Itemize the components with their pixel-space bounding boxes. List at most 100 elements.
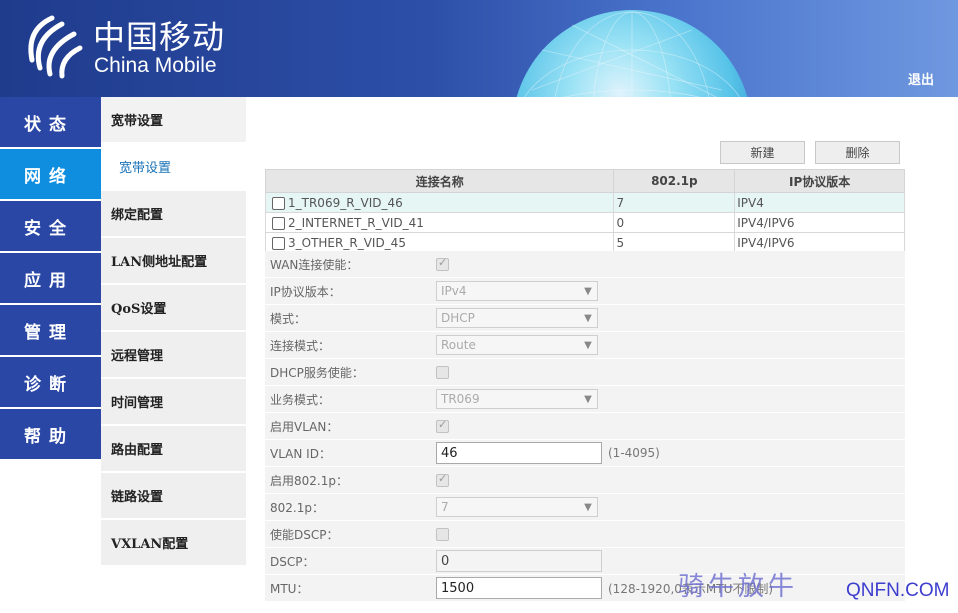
sub-nav-binding[interactable]: 绑定配置 [101, 191, 246, 236]
main-nav-network[interactable]: 网络 [0, 149, 101, 199]
col-header-ip-version: IP协议版本 [734, 169, 905, 193]
wan-config-form: WAN连接使能： IP协议版本： IPv4 ▼ 模式： DHCP ▼ 连接模式： R… [265, 251, 905, 602]
header-banner: 中国移动 China Mobile 退出 [0, 0, 958, 97]
cell-8021p: 7 [613, 192, 736, 213]
chevron-down-icon: ▼ [584, 312, 592, 324]
connection-table: 连接名称 802.1p IP协议版本 1_TR069_R_VID_46 7 IP… [264, 169, 905, 253]
ip-version-select[interactable]: IPv4 ▼ [436, 281, 598, 301]
vlan-enable-checkbox[interactable] [436, 418, 449, 433]
logout-link[interactable]: 退出 [908, 69, 934, 88]
cell-name: 1_TR069_R_VID_46 [264, 192, 615, 213]
main-nav-help[interactable]: 帮助 [0, 409, 101, 459]
sub-nav-vxlan[interactable]: VXLAN配置 [101, 520, 246, 565]
vlan-id-hint: (1-4095) [608, 446, 660, 460]
chevron-down-icon: ▼ [584, 339, 592, 351]
vlan-enable-label: 启用VLAN： [270, 419, 339, 434]
delete-button[interactable]: 删除 [815, 141, 900, 164]
cell-ip-version: IPV4/IPV6 [734, 212, 905, 233]
watermark-text-en: QNFN.COM [846, 580, 950, 601]
sub-nav-link[interactable]: 链路设置 [101, 473, 246, 518]
cell-ip-version: IPV4 [734, 192, 905, 213]
cell-name: 2_INTERNET_R_VID_41 [264, 212, 615, 233]
conn-mode-select[interactable]: Route ▼ [436, 335, 598, 355]
form-row-mode: 模式： DHCP ▼ [265, 305, 905, 332]
table-row[interactable]: 3_OTHER_R_VID_45 5 IPV4/IPV6 [264, 232, 905, 253]
row-checkbox[interactable] [272, 236, 285, 250]
p8021-enable-label: 启用802.1p： [270, 473, 348, 488]
wan-enable-label: WAN连接使能： [270, 257, 359, 272]
logo-text-en: China Mobile [94, 54, 217, 77]
col-header-8021p: 802.1p [613, 169, 736, 193]
table-header-row: 连接名称 802.1p IP协议版本 [264, 169, 905, 193]
main-nav: 状态 网络 安全 应用 管理 诊断 帮助 [0, 97, 101, 461]
form-row-8021p-enable: 启用802.1p： [265, 467, 905, 494]
form-row-8021p: 802.1p： 7 ▼ [265, 494, 905, 521]
connection-name[interactable]: 1_TR069_R_VID_46 [288, 196, 403, 210]
dscp-input[interactable]: 0 [436, 550, 602, 572]
cell-ip-version: IPV4/IPV6 [734, 232, 905, 253]
table-row[interactable]: 1_TR069_R_VID_46 7 IPV4 [264, 192, 905, 213]
cell-8021p: 0 [613, 212, 736, 233]
form-row-service-mode: 业务模式： TR069 ▼ [265, 386, 905, 413]
p8021-label: 802.1p： [270, 500, 324, 515]
service-mode-value: TR069 [441, 392, 480, 406]
service-mode-select[interactable]: TR069 ▼ [436, 389, 598, 409]
main-nav-diagnosis[interactable]: 诊断 [0, 357, 101, 407]
globe-graphic [512, 10, 752, 97]
wan-enable-checkbox[interactable] [436, 256, 449, 271]
main-nav-application[interactable]: 应用 [0, 253, 101, 303]
dscp-enable-checkbox[interactable] [436, 527, 449, 541]
vlan-id-label: VLAN ID： [270, 446, 331, 461]
logo-text-cn: 中国移动 [93, 18, 226, 56]
mtu-input[interactable]: 1500 [436, 577, 602, 599]
vlan-id-input[interactable]: 46 [436, 442, 602, 464]
sub-nav-broadband-group[interactable]: 宽带设置 [101, 97, 246, 142]
p8021-select[interactable]: 7 ▼ [436, 497, 598, 517]
dscp-label: DSCP： [270, 554, 315, 569]
main-nav-management[interactable]: 管理 [0, 305, 101, 355]
dhcp-server-label: DHCP服务使能： [270, 365, 364, 380]
conn-mode-label: 连接模式： [270, 338, 331, 353]
row-checkbox[interactable] [272, 196, 285, 210]
sub-nav-remote-management[interactable]: 远程管理 [101, 332, 246, 377]
connection-name[interactable]: 3_OTHER_R_VID_45 [288, 236, 406, 250]
chevron-down-icon: ▼ [584, 393, 592, 405]
cell-8021p: 5 [613, 232, 736, 253]
dhcp-server-checkbox[interactable] [436, 365, 449, 379]
form-row-ip-version: IP协议版本： IPv4 ▼ [265, 278, 905, 305]
form-row-conn-mode: 连接模式： Route ▼ [265, 332, 905, 359]
p8021-enable-checkbox[interactable] [436, 472, 449, 487]
sub-nav-lan-address[interactable]: LAN侧地址配置 [101, 238, 246, 283]
new-button[interactable]: 新建 [720, 141, 805, 164]
sub-nav-broadband-settings[interactable]: 宽带设置 [101, 144, 246, 189]
form-row-vlan-enable: 启用VLAN： [265, 413, 905, 440]
form-row-dscp-enable: 使能DSCP： [265, 521, 905, 548]
mtu-label: MTU： [270, 581, 309, 596]
chevron-down-icon: ▼ [584, 501, 592, 513]
cell-name: 3_OTHER_R_VID_45 [264, 232, 615, 253]
form-row-wan-enable: WAN连接使能： [265, 251, 905, 278]
form-row-dscp: DSCP： 0 [265, 548, 905, 575]
watermark-text-cn: 骑牛放牛 [678, 572, 799, 602]
ip-version-value: IPv4 [441, 284, 467, 298]
connection-name[interactable]: 2_INTERNET_R_VID_41 [288, 216, 424, 230]
sub-nav-time-management[interactable]: 时间管理 [101, 379, 246, 424]
ip-version-label: IP协议版本： [270, 284, 341, 299]
mode-value: DHCP [441, 311, 475, 325]
mode-label: 模式： [270, 311, 307, 326]
service-mode-label: 业务模式： [270, 392, 331, 407]
main-nav-status[interactable]: 状态 [0, 97, 101, 147]
col-header-name: 连接名称 [264, 169, 615, 193]
sub-nav: 宽带设置 宽带设置 绑定配置 LAN侧地址配置 QoS设置 远程管理 时间管理 … [101, 97, 246, 567]
main-nav-security[interactable]: 安全 [0, 201, 101, 251]
form-row-dhcp-server: DHCP服务使能： [265, 359, 905, 386]
chevron-down-icon: ▼ [584, 285, 592, 297]
mode-select[interactable]: DHCP ▼ [436, 308, 598, 328]
p8021-value: 7 [441, 500, 449, 514]
row-checkbox[interactable] [272, 216, 285, 230]
sub-nav-qos[interactable]: QoS设置 [101, 285, 246, 330]
table-row[interactable]: 2_INTERNET_R_VID_41 0 IPV4/IPV6 [264, 212, 905, 233]
form-row-vlan-id: VLAN ID： 46 (1-4095) [265, 440, 905, 467]
sub-nav-routing[interactable]: 路由配置 [101, 426, 246, 471]
china-mobile-logo-icon [22, 10, 84, 84]
